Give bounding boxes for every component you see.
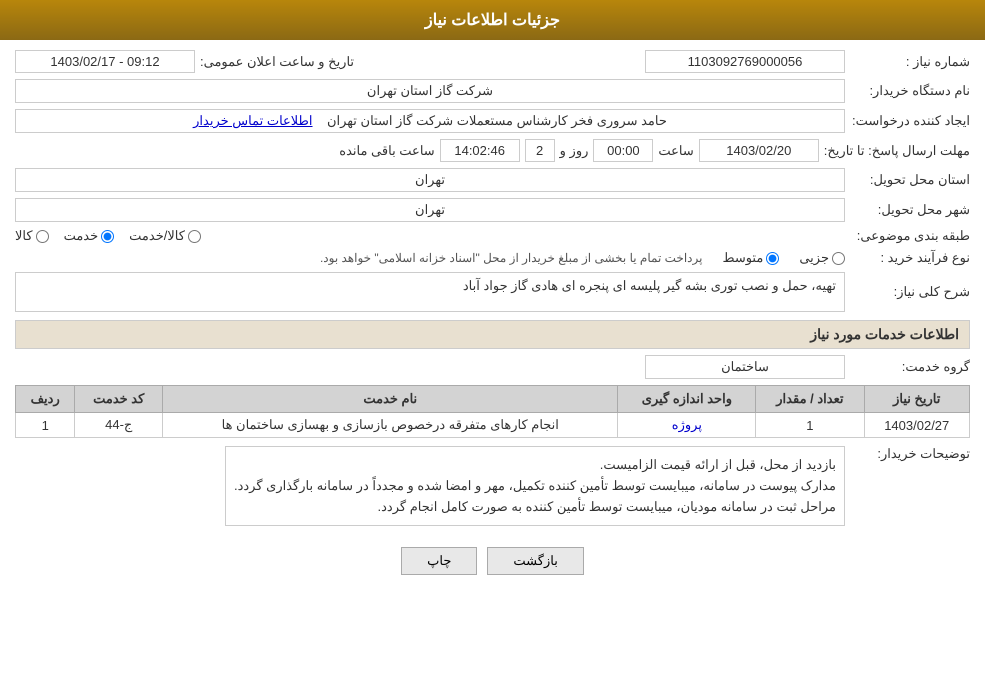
row-shahr: شهر محل تحویل: تهران	[15, 198, 970, 222]
tarikh-label: تاریخ و ساعت اعلان عمومی:	[200, 54, 354, 70]
page-title: جزئیات اطلاعات نیاز	[425, 12, 560, 29]
feraiand-note: پرداخت تمام یا بخشی از مبلغ خریدار از مح…	[320, 251, 703, 265]
radio-motavasset-input[interactable]	[766, 252, 779, 265]
col-tedad: تعداد / مقدار	[756, 386, 864, 413]
nam-dastgah-value: شرکت گاز استان تهران	[15, 79, 845, 103]
row-feraiand: نوع فرآیند خرید : جزیی متوسط پرداخت تمام…	[15, 250, 970, 266]
table-row: 1403/02/27 1 پروژه انجام کارهای متفرقه د…	[16, 413, 970, 438]
khadamat-section-title: اطلاعات خدمات مورد نیاز	[15, 320, 970, 349]
row-nam-dastgah: نام دستگاه خریدار: شرکت گاز استان تهران	[15, 79, 970, 103]
row-sharh: شرح کلی نیاز: تهیه، حمل و نصب توری بشه گ…	[15, 272, 970, 312]
tabaghebandi-label: طبقه بندی موضوعی:	[850, 228, 970, 244]
radio-khadamat: خدمت	[64, 228, 115, 244]
radio-kala-khadamat: کالا/خدمت	[129, 228, 201, 244]
radio-kala-khadamat-input[interactable]	[188, 230, 201, 243]
radio-motavasset-label: متوسط	[722, 250, 763, 266]
ostan-value: تهران	[15, 168, 845, 192]
ijad-value: حامد سروری فخر کارشناس مستعملات شرکت گاز…	[15, 109, 845, 133]
radio-kala-input[interactable]	[36, 230, 49, 243]
radio-jozi-label: جزیی	[799, 250, 829, 266]
page-container: جزئیات اطلاعات نیاز شماره نیاز : 1103092…	[0, 0, 985, 691]
button-row: بازگشت چاپ	[15, 547, 970, 575]
row-mohlat: مهلت ارسال پاسخ: تا تاریخ: 1403/02/20 سا…	[15, 139, 970, 162]
mohlat-date: 1403/02/20	[699, 139, 819, 162]
ostan-label: استان محل تحویل:	[850, 172, 970, 188]
col-tarikh: تاریخ نیاز	[864, 386, 970, 413]
feraiand-radio-group: جزیی متوسط پرداخت تمام یا بخشی از مبلغ خ…	[15, 250, 845, 266]
toseeh-line-2: مدارک پیوست در سامانه، میبایست توسط تأمی…	[234, 476, 836, 497]
toseeh-line-3: مراحل ثبت در سامانه مودیان، میبایست توسط…	[234, 497, 836, 518]
sharh-label: شرح کلی نیاز:	[850, 284, 970, 300]
cell-tedad: 1	[756, 413, 864, 438]
print-button[interactable]: چاپ	[401, 547, 477, 575]
nam-dastgah-label: نام دستگاه خریدار:	[850, 83, 970, 99]
feraiand-label: نوع فرآیند خرید :	[850, 250, 970, 266]
cell-kod: ج-44	[75, 413, 163, 438]
radio-jozi-input[interactable]	[832, 252, 845, 265]
row-ostan: استان محل تحویل: تهران	[15, 168, 970, 192]
table-header-row: تاریخ نیاز تعداد / مقدار واحد اندازه گیر…	[16, 386, 970, 413]
mohlat-roz-value: 2	[525, 139, 555, 162]
shahr-value: تهران	[15, 198, 845, 222]
col-vahed: واحد اندازه گیری	[618, 386, 756, 413]
toseeh-content: بازدید از محل، قبل از ارائه قیمت الزامیس…	[225, 446, 845, 526]
back-button[interactable]: بازگشت	[487, 547, 583, 575]
mohlat-saat-value: 00:00	[593, 139, 653, 162]
col-radif: ردیف	[16, 386, 75, 413]
gerooh-label: گروه خدمت:	[850, 359, 970, 375]
gerooh-value: ساختمان	[645, 355, 845, 379]
cell-nam: انجام کارهای متفرقه درخصوص بازسازی و بهس…	[163, 413, 618, 438]
radio-khadamat-input[interactable]	[101, 230, 114, 243]
shomara-label: شماره نیاز :	[850, 54, 970, 70]
cell-radif: 1	[16, 413, 75, 438]
row-toseeh: توضیحات خریدار: بازدید از محل، قبل از ار…	[15, 446, 970, 532]
mohlat-baghimande-label: ساعت باقی مانده	[339, 143, 434, 159]
cell-tarikh: 1403/02/27	[864, 413, 970, 438]
mohlat-baghimande-value: 14:02:46	[440, 139, 520, 162]
mohlat-label: مهلت ارسال پاسخ: تا تاریخ:	[824, 143, 970, 159]
row-tabaghebandi: طبقه بندی موضوعی: کالا/خدمت خدمت کالا	[15, 228, 970, 244]
row-shomara-tarikh: شماره نیاز : 1103092769000056 تاریخ و سا…	[15, 50, 970, 73]
toseeh-line-1: بازدید از محل، قبل از ارائه قیمت الزامیس…	[234, 455, 836, 476]
radio-kala-khadamat-label: کالا/خدمت	[129, 228, 185, 244]
radio-motavasset: متوسط	[722, 250, 779, 266]
content-area: شماره نیاز : 1103092769000056 تاریخ و سا…	[0, 40, 985, 595]
col-nam: نام خدمت	[163, 386, 618, 413]
cell-vahed: پروژه	[618, 413, 756, 438]
ijad-label: ایجاد کننده درخواست:	[850, 113, 970, 129]
toseeh-label: توضیحات خریدار:	[850, 446, 970, 462]
shomara-value: 1103092769000056	[645, 50, 845, 73]
page-header: جزئیات اطلاعات نیاز	[0, 0, 985, 40]
radio-jozi: جزیی	[799, 250, 845, 266]
row-ijad: ایجاد کننده درخواست: حامد سروری فخر کارش…	[15, 109, 970, 133]
radio-kala-label: کالا	[15, 228, 33, 244]
sharh-value: تهیه، حمل و نصب توری بشه گیر پلیسه ای پن…	[15, 272, 845, 312]
radio-khadamat-label: خدمت	[64, 228, 99, 244]
service-table: تاریخ نیاز تعداد / مقدار واحد اندازه گیر…	[15, 385, 970, 438]
mohlat-roz-label: روز و	[560, 143, 589, 159]
shahr-label: شهر محل تحویل:	[850, 202, 970, 218]
col-kod: کد خدمت	[75, 386, 163, 413]
ijad-text: حامد سروری فخر کارشناس مستعملات شرکت گاز…	[327, 113, 667, 128]
radio-kala: کالا	[15, 228, 49, 244]
tarikh-value: 1403/02/17 - 09:12	[15, 50, 195, 73]
mohlat-saat-label: ساعت	[658, 143, 693, 159]
etelaat-tamas-link[interactable]: اطلاعات تماس خریدار	[193, 113, 312, 128]
row-gerooh: گروه خدمت: ساختمان	[15, 355, 970, 379]
tabaghebandi-radio-group: کالا/خدمت خدمت کالا	[15, 228, 845, 244]
